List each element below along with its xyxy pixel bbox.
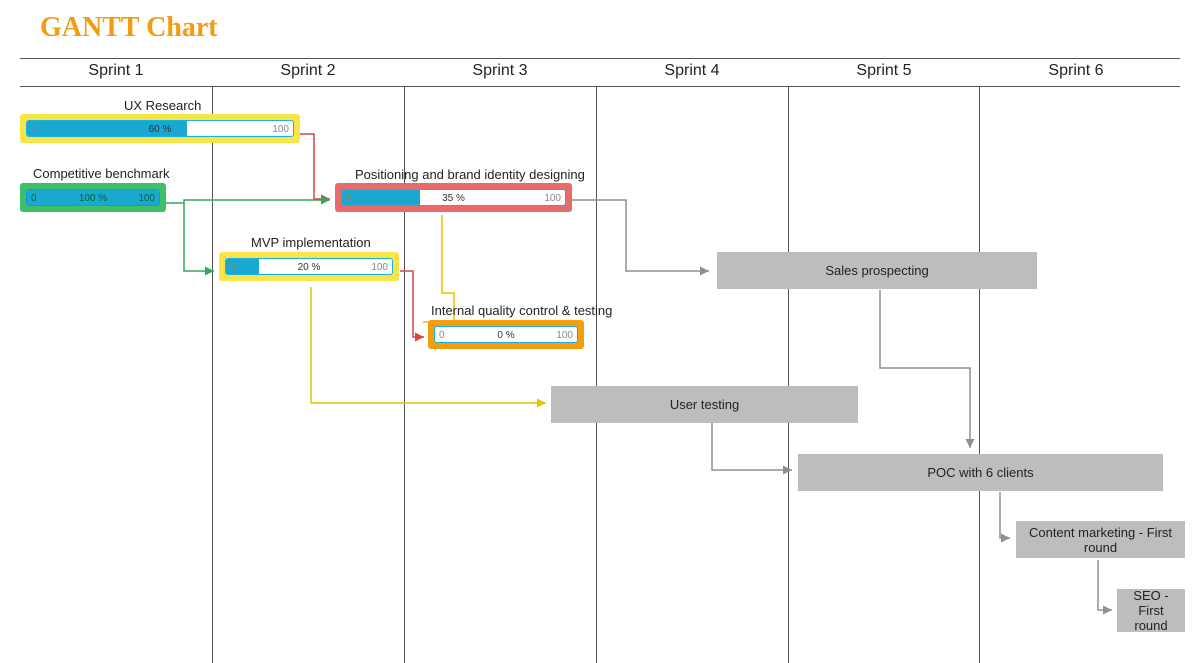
task-content-marketing[interactable]: Content marketing - First round — [1016, 521, 1185, 558]
sprint-header-2: Sprint 2 — [212, 62, 404, 86]
task-progress-cb: 0 100 % 100 — [26, 189, 160, 206]
task-label-cb: Competitive benchmark — [33, 166, 170, 181]
task-seo[interactable]: SEO - First round — [1117, 589, 1185, 632]
task-progress-pb: 0 35 % 100 — [341, 189, 566, 206]
vrule-3-4 — [596, 86, 597, 663]
sprint-header-4: Sprint 4 — [596, 62, 788, 86]
sprint-header-6: Sprint 6 — [980, 62, 1172, 86]
task-progress-ux: 0 60 % 100 — [26, 120, 294, 137]
header-bottom-rule — [20, 86, 1180, 87]
gantt-chart: GANTT Chart Sprint 1 Sprint 2 Sprint 3 S… — [0, 0, 1200, 663]
vrule-5-6 — [979, 86, 980, 663]
task-label-pb: Positioning and brand identity designing — [355, 167, 585, 182]
task-sales-prospecting[interactable]: Sales prospecting — [717, 252, 1037, 289]
task-card-mvp[interactable]: 0 20 % 100 — [219, 252, 399, 281]
task-user-testing[interactable]: User testing — [551, 386, 858, 423]
task-card-ux[interactable]: 0 60 % 100 — [20, 114, 300, 143]
sprint-header-5: Sprint 5 — [788, 62, 980, 86]
task-progress-qc: 0 0 % 100 — [434, 326, 578, 343]
task-label-qc: Internal quality control & testing — [431, 303, 612, 318]
task-poc[interactable]: POC with 6 clients — [798, 454, 1163, 491]
header-top-rule — [20, 58, 1180, 59]
task-label-mvp: MVP implementation — [251, 235, 371, 250]
task-card-pb[interactable]: 0 35 % 100 — [335, 183, 572, 212]
task-progress-mvp: 0 20 % 100 — [225, 258, 393, 275]
task-card-qc[interactable]: 0 0 % 100 — [428, 320, 584, 349]
task-label-ux: UX Research — [124, 98, 201, 113]
page-title: GANTT Chart — [0, 0, 1200, 48]
vrule-1-2 — [212, 86, 213, 663]
task-card-cb[interactable]: 0 100 % 100 — [20, 183, 166, 212]
sprint-header-1: Sprint 1 — [20, 62, 212, 86]
vrule-4-5 — [788, 86, 789, 663]
sprint-header-3: Sprint 3 — [404, 62, 596, 86]
